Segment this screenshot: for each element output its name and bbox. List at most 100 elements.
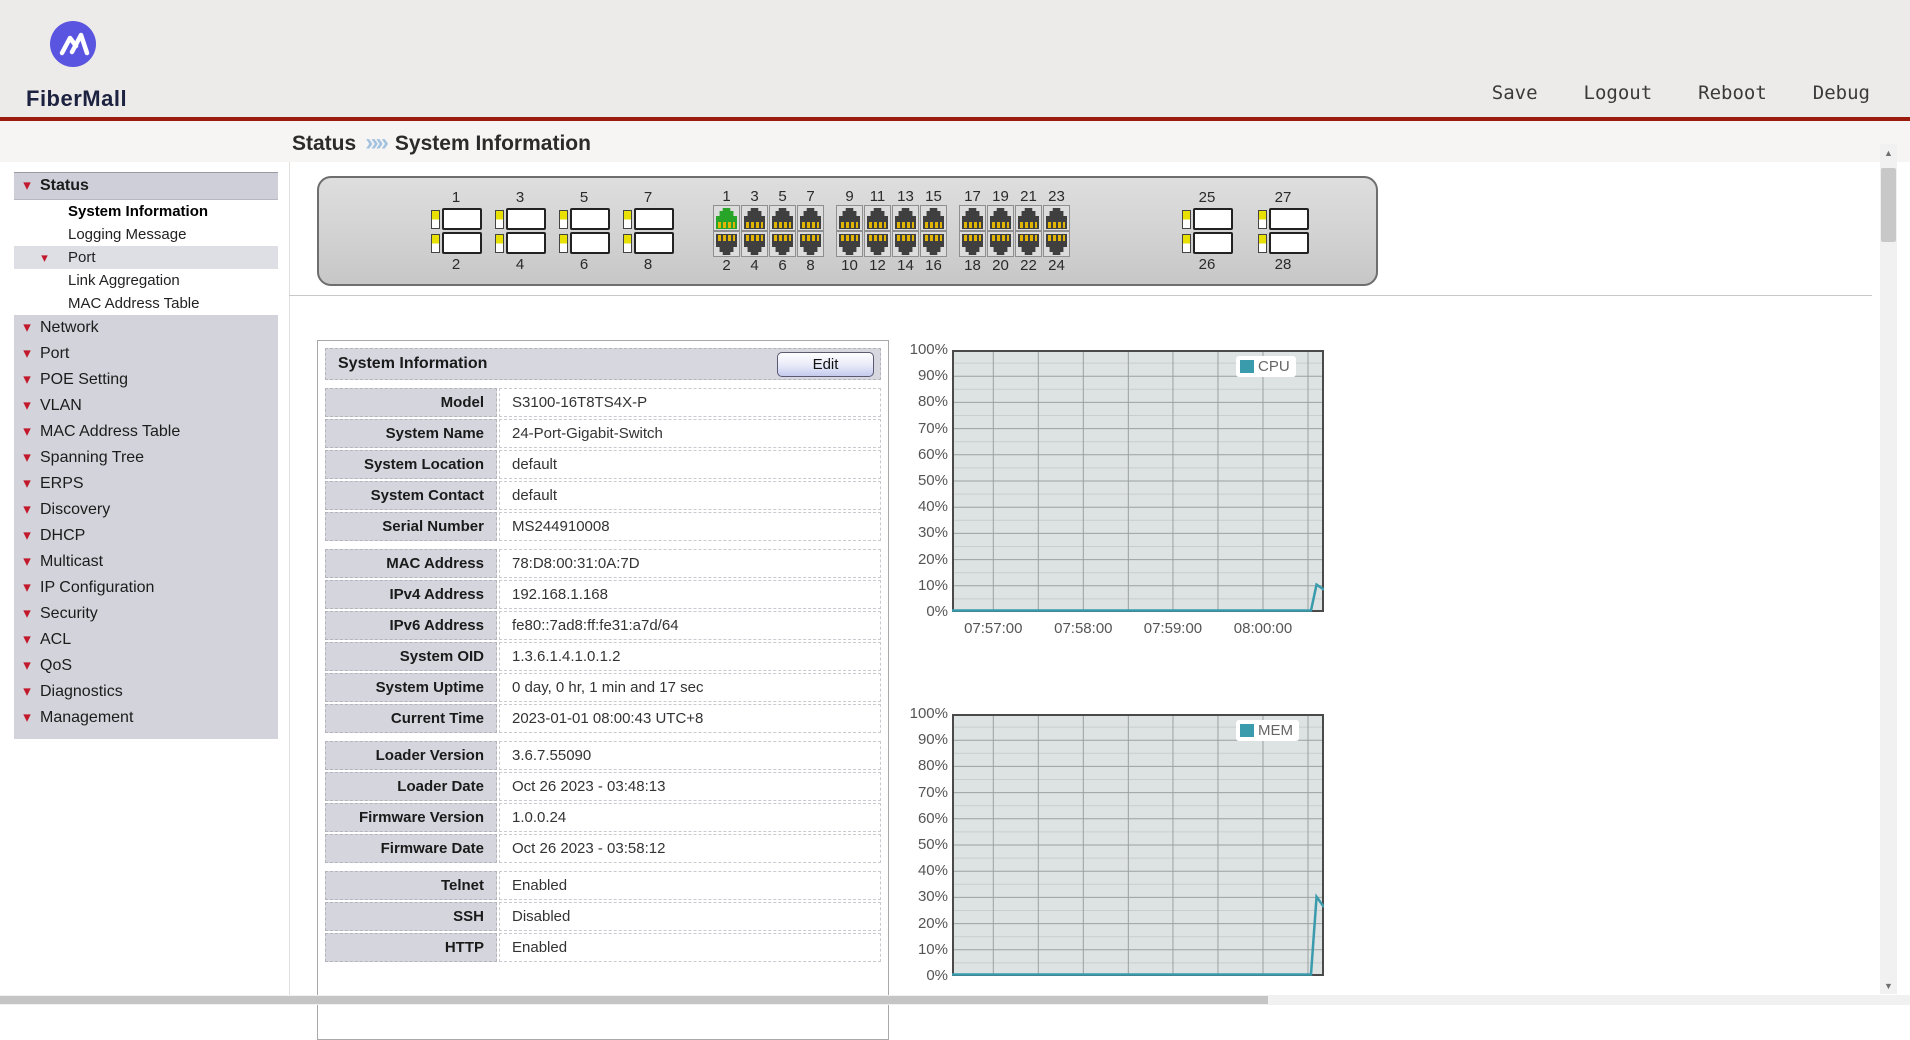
rj45-port-10[interactable] bbox=[836, 231, 863, 257]
legend-swatch bbox=[1240, 724, 1254, 737]
rj45-port-6[interactable] bbox=[769, 231, 796, 257]
rj45-port-9[interactable] bbox=[836, 205, 863, 231]
scroll-down-icon[interactable]: ▼ bbox=[1880, 977, 1897, 994]
header-link-reboot[interactable]: Reboot bbox=[1698, 82, 1767, 104]
sidebar-item-discovery[interactable]: ▾ Discovery bbox=[14, 497, 278, 523]
field-value-loader-version: 3.6.7.55090 bbox=[499, 741, 881, 770]
vertical-scrollbar[interactable]: ▲ ▼ bbox=[1880, 144, 1897, 994]
rj45-column: 21 22 bbox=[1015, 188, 1042, 274]
sfp-port-4[interactable] bbox=[494, 232, 546, 254]
port-number-label: 10 bbox=[841, 257, 858, 274]
sidebar-item-label: Spanning Tree bbox=[40, 449, 145, 466]
sidebar-item-label: Network bbox=[40, 319, 99, 336]
sidebar-item-diagnostics[interactable]: ▾ Diagnostics bbox=[14, 679, 278, 705]
rj45-port-8[interactable] bbox=[797, 231, 824, 257]
sfp-port-7[interactable] bbox=[622, 208, 674, 230]
rj45-port-13[interactable] bbox=[892, 205, 919, 231]
horizontal-scrollbar-thumb[interactable] bbox=[0, 996, 1268, 1004]
rj45-port-11[interactable] bbox=[864, 205, 891, 231]
sidebar-item-multicast[interactable]: ▾ Multicast bbox=[14, 549, 278, 575]
rj45-port-24[interactable] bbox=[1043, 231, 1070, 257]
chevron-down-icon: ▾ bbox=[23, 177, 31, 194]
sidebar-item-vlan[interactable]: ▾ VLAN bbox=[14, 393, 278, 419]
port-number-label: 1 bbox=[722, 188, 731, 205]
sfp-slot bbox=[569, 232, 610, 254]
sidebar-item-label: Multicast bbox=[40, 553, 104, 570]
rj45-port-15[interactable] bbox=[920, 205, 947, 231]
table-row: System Location default bbox=[325, 450, 881, 479]
header-link-save[interactable]: Save bbox=[1492, 82, 1538, 104]
rj45-port-23[interactable] bbox=[1043, 205, 1070, 231]
chevron-down-icon: ▾ bbox=[23, 605, 31, 622]
sidebar-item-ip-configuration[interactable]: ▾ IP Configuration bbox=[14, 575, 278, 601]
sfp-slot bbox=[1192, 232, 1233, 254]
rj45-column: 15 16 bbox=[920, 188, 947, 274]
rj45-jack-icon bbox=[1046, 234, 1067, 255]
sidebar-item-mac-address-table[interactable]: ▾ MAC Address Table bbox=[14, 419, 278, 445]
sfp-port-6[interactable] bbox=[558, 232, 610, 254]
rj45-port-20[interactable] bbox=[987, 231, 1014, 257]
sidebar-subitem-port[interactable]: ▾ Port bbox=[14, 246, 278, 269]
y-axis-tick-label: 0% bbox=[926, 967, 948, 984]
sidebar-item-network[interactable]: ▾ Network bbox=[14, 315, 278, 341]
edit-button[interactable]: Edit bbox=[777, 351, 874, 377]
system-information-rows: Model S3100-16T8TS4X-P System Name 24-Port-… bbox=[325, 388, 881, 962]
header-link-debug[interactable]: Debug bbox=[1813, 82, 1870, 104]
rj45-jack-icon bbox=[895, 234, 916, 255]
rj45-port-21[interactable] bbox=[1015, 205, 1042, 231]
rj45-port-17[interactable] bbox=[959, 205, 986, 231]
sidebar-subitem-link-aggregation[interactable]: Link Aggregation bbox=[14, 269, 278, 292]
sidebar-nav: ▾ Status System Information Logging Message… bbox=[14, 172, 278, 739]
sfp-port-8[interactable] bbox=[622, 232, 674, 254]
sfp-port-26[interactable] bbox=[1181, 232, 1233, 254]
sfp-port-27[interactable] bbox=[1257, 208, 1309, 230]
field-value-ipv4-address: 192.168.1.168 bbox=[499, 580, 881, 609]
sidebar-item-erps[interactable]: ▾ ERPS bbox=[14, 471, 278, 497]
sfp-port-5[interactable] bbox=[558, 208, 610, 230]
sidebar-subitem-system-information[interactable]: System Information bbox=[14, 200, 278, 223]
sidebar-item-label: POE Setting bbox=[40, 371, 129, 388]
field-label: Loader Date bbox=[325, 772, 497, 801]
sidebar-item-management[interactable]: ▾ Management bbox=[14, 705, 278, 731]
header-link-logout[interactable]: Logout bbox=[1584, 82, 1653, 104]
sidebar-item-poe-setting[interactable]: ▾ POE Setting bbox=[14, 367, 278, 393]
sidebar-item-acl[interactable]: ▾ ACL bbox=[14, 627, 278, 653]
rj45-port-19[interactable] bbox=[987, 205, 1014, 231]
sidebar-item-spanning-tree[interactable]: ▾ Spanning Tree bbox=[14, 445, 278, 471]
rj45-port-18[interactable] bbox=[959, 231, 986, 257]
rj45-port-14[interactable] bbox=[892, 231, 919, 257]
y-axis-tick-label: 10% bbox=[917, 940, 948, 958]
rj45-port-1[interactable] bbox=[713, 205, 740, 231]
rj45-jack-icon bbox=[867, 208, 888, 229]
vertical-scrollbar-thumb[interactable] bbox=[1881, 168, 1896, 242]
rj45-column: 17 18 bbox=[959, 188, 986, 274]
field-label: Serial Number bbox=[325, 512, 497, 541]
sfp-port-28[interactable] bbox=[1257, 232, 1309, 254]
sidebar-subitem-logging-message[interactable]: Logging Message bbox=[14, 223, 278, 246]
sidebar-item-label: Status bbox=[40, 177, 89, 194]
sidebar-item-status[interactable]: ▾ Status bbox=[14, 172, 278, 200]
sfp-port-1[interactable] bbox=[430, 208, 482, 230]
rj45-port-7[interactable] bbox=[797, 205, 824, 231]
rj45-port-3[interactable] bbox=[741, 205, 768, 231]
sfp-port-25[interactable] bbox=[1181, 208, 1233, 230]
sfp-port-2[interactable] bbox=[430, 232, 482, 254]
scroll-up-icon[interactable]: ▲ bbox=[1880, 144, 1897, 161]
chevron-down-icon: ▾ bbox=[23, 345, 31, 362]
rj45-port-2[interactable] bbox=[713, 231, 740, 257]
rj45-port-4[interactable] bbox=[741, 231, 768, 257]
rj45-port-5[interactable] bbox=[769, 205, 796, 231]
field-value-ipv6-address: fe80::7ad8:ff:fe31:a7d/64 bbox=[499, 611, 881, 640]
sidebar-subitem-mac-address-table[interactable]: MAC Address Table bbox=[14, 292, 278, 315]
sfp-status-led bbox=[1181, 209, 1191, 229]
rj45-port-12[interactable] bbox=[864, 231, 891, 257]
sidebar-item-port[interactable]: ▾ Port bbox=[14, 341, 278, 367]
sidebar-item-dhcp[interactable]: ▾ DHCP bbox=[14, 523, 278, 549]
rj45-port-22[interactable] bbox=[1015, 231, 1042, 257]
fibermall-logo-mark bbox=[50, 21, 96, 67]
sidebar-item-security[interactable]: ▾ Security bbox=[14, 601, 278, 627]
sidebar-item-qos[interactable]: ▾ QoS bbox=[14, 653, 278, 679]
rj45-port-16[interactable] bbox=[920, 231, 947, 257]
horizontal-scrollbar[interactable] bbox=[0, 995, 1910, 1005]
sfp-port-3[interactable] bbox=[494, 208, 546, 230]
